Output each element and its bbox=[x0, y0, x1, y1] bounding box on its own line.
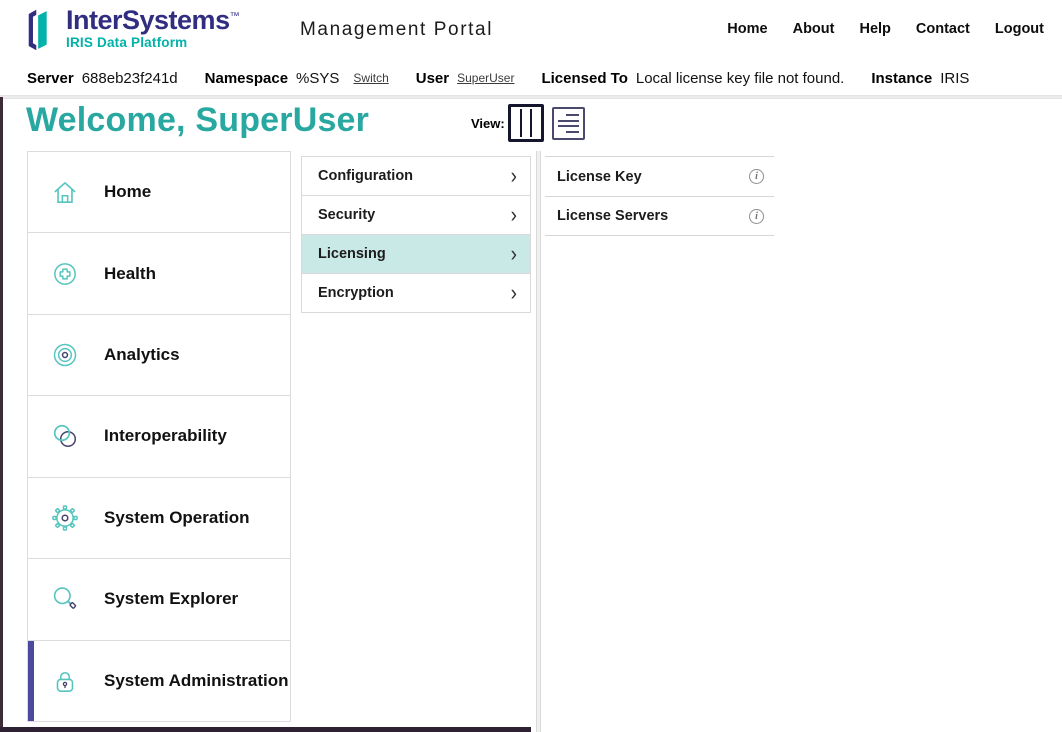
namespace-label: Namespace bbox=[205, 70, 288, 87]
view-label: View: bbox=[471, 116, 505, 131]
chevron-right-icon: › bbox=[511, 282, 517, 304]
intersystems-logo: InterSystems™ IRIS Data Platform bbox=[24, 7, 239, 53]
window-bottom-edge bbox=[0, 727, 531, 732]
licensed-to-group: Licensed To Local license key file not f… bbox=[541, 70, 844, 87]
server-group: Server 688eb23f241d bbox=[27, 70, 178, 87]
nav-logout-link[interactable]: Logout bbox=[995, 21, 1044, 37]
intersystems-logo-icon bbox=[24, 7, 58, 53]
main-menu-level3: License Key i License Servers i bbox=[545, 156, 774, 236]
menu-item-label: Encryption bbox=[318, 285, 394, 301]
home-icon bbox=[50, 177, 80, 207]
chevron-right-icon: › bbox=[511, 165, 517, 187]
trademark: ™ bbox=[230, 11, 240, 22]
licensed-to-label: Licensed To bbox=[541, 70, 627, 87]
sidebar-item-label: Health bbox=[104, 264, 156, 284]
sidebar-item-label: Home bbox=[104, 182, 151, 202]
sidebar-item-label: Interoperability bbox=[104, 426, 227, 446]
menu-item-license-servers[interactable]: License Servers i bbox=[545, 196, 774, 236]
menu-item-license-key[interactable]: License Key i bbox=[545, 156, 774, 196]
system-operation-icon bbox=[50, 503, 80, 533]
sidebar-item-label: Analytics bbox=[104, 345, 180, 365]
namespace-group: Namespace %SYS Switch bbox=[205, 70, 389, 87]
health-icon bbox=[50, 259, 80, 289]
sidebar-item-system-administration[interactable]: System Administration bbox=[28, 641, 290, 721]
chevron-right-icon: › bbox=[511, 204, 517, 226]
window-left-edge bbox=[0, 97, 3, 732]
nav-contact-link[interactable]: Contact bbox=[916, 21, 970, 37]
system-explorer-icon bbox=[50, 584, 80, 614]
server-value: 688eb23f241d bbox=[82, 70, 178, 87]
sidebar-item-analytics[interactable]: Analytics bbox=[28, 315, 290, 396]
instance-value: IRIS bbox=[940, 70, 969, 87]
top-nav: Home About Help Contact Logout bbox=[727, 21, 1044, 37]
info-icon[interactable]: i bbox=[749, 209, 764, 224]
menu-item-label: Configuration bbox=[318, 168, 413, 184]
main-menu-level1: Home Health Analytics Interoperability bbox=[27, 151, 291, 722]
chevron-right-icon: › bbox=[511, 243, 517, 265]
sidebar-item-system-operation[interactable]: System Operation bbox=[28, 478, 290, 559]
menu-item-label: Licensing bbox=[318, 246, 386, 262]
user-group: User SuperUser bbox=[416, 70, 515, 87]
sidebar-item-interoperability[interactable]: Interoperability bbox=[28, 396, 290, 477]
page-title: Management Portal bbox=[300, 19, 493, 41]
brand-name: InterSystems™ bbox=[66, 7, 239, 34]
list-view-icon[interactable] bbox=[552, 107, 585, 140]
menu-item-configuration[interactable]: Configuration › bbox=[301, 156, 531, 196]
system-administration-icon bbox=[50, 666, 80, 696]
sidebar-item-health[interactable]: Health bbox=[28, 233, 290, 314]
menu-item-label: License Key bbox=[557, 169, 642, 185]
sidebar-item-home[interactable]: Home bbox=[28, 152, 290, 233]
sidebar-item-label: System Operation bbox=[104, 508, 250, 528]
menu-column-divider bbox=[536, 151, 541, 732]
server-label: Server bbox=[27, 70, 74, 87]
sidebar-item-system-explorer[interactable]: System Explorer bbox=[28, 559, 290, 640]
menu-item-label: License Servers bbox=[557, 208, 668, 224]
analytics-icon bbox=[50, 340, 80, 370]
menu-item-encryption[interactable]: Encryption › bbox=[301, 273, 531, 313]
instance-group: Instance IRIS bbox=[871, 70, 969, 87]
menu-item-label: Security bbox=[318, 207, 375, 223]
menu-item-security[interactable]: Security › bbox=[301, 195, 531, 235]
nav-about-link[interactable]: About bbox=[793, 21, 835, 37]
sidebar-item-label: System Administration bbox=[104, 671, 289, 691]
switch-namespace-link[interactable]: Switch bbox=[353, 71, 388, 85]
top-header: InterSystems™ IRIS Data Platform Managem… bbox=[0, 0, 1062, 60]
header-separator bbox=[0, 95, 1062, 99]
menu-item-licensing[interactable]: Licensing › bbox=[301, 234, 531, 274]
brand-subtitle: IRIS Data Platform bbox=[66, 35, 239, 50]
nav-help-link[interactable]: Help bbox=[859, 21, 890, 37]
sidebar-item-label: System Explorer bbox=[104, 589, 238, 609]
interoperability-icon bbox=[50, 421, 80, 451]
instance-label: Instance bbox=[871, 70, 932, 87]
server-info-bar: Server 688eb23f241d Namespace %SYS Switc… bbox=[27, 62, 1047, 94]
welcome-heading: Welcome, SuperUser bbox=[26, 101, 369, 140]
namespace-value: %SYS bbox=[296, 70, 339, 87]
user-profile-link[interactable]: SuperUser bbox=[457, 71, 514, 85]
info-icon[interactable]: i bbox=[749, 169, 764, 184]
nav-home-link[interactable]: Home bbox=[727, 21, 767, 37]
user-label: User bbox=[416, 70, 449, 87]
main-menu-level2: Configuration › Security › Licensing › E… bbox=[301, 156, 531, 313]
licensed-to-value: Local license key file not found. bbox=[636, 70, 844, 87]
columns-view-icon[interactable] bbox=[508, 104, 544, 142]
